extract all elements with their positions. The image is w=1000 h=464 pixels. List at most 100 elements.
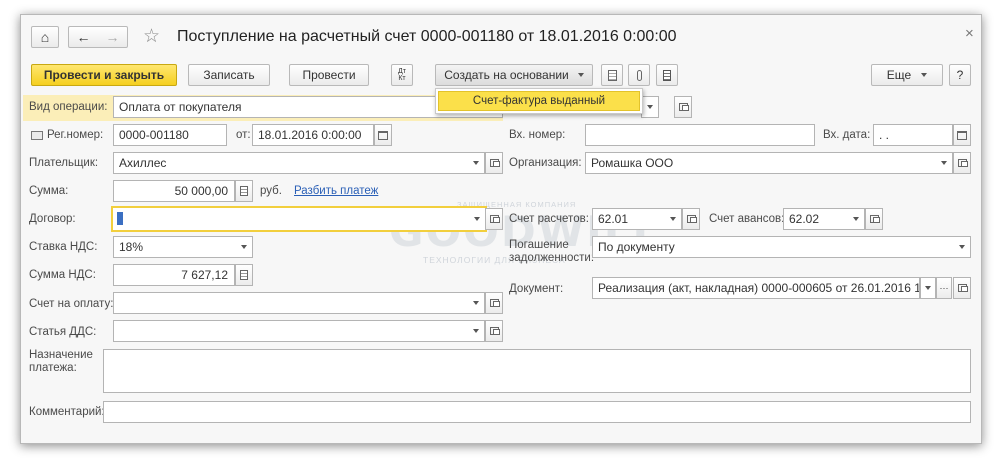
open-icon: [686, 215, 697, 223]
advance-account-open-button[interactable]: [865, 208, 883, 230]
dt-kt-button[interactable]: Дт Кт: [391, 64, 413, 86]
currency-label: руб.: [260, 185, 282, 197]
create-based-on-label: Создать на основании: [444, 68, 569, 82]
in-date-field[interactable]: . .: [873, 124, 953, 146]
post-button[interactable]: Провести: [289, 64, 369, 86]
document-select[interactable]: Реализация (акт, накладная) 0000-000605 …: [592, 277, 920, 299]
vat-rate-value: 18%: [119, 240, 144, 254]
chevron-down-icon: [473, 301, 479, 305]
vat-sum-label: Сумма НДС:: [29, 269, 96, 281]
org-select[interactable]: Ромашка ООО: [585, 152, 953, 174]
comment-field[interactable]: [103, 401, 971, 423]
reg-number-field[interactable]: 0000-001180: [113, 124, 227, 146]
contract-select[interactable]: [111, 206, 487, 232]
in-date-label: Вх. дата:: [823, 129, 871, 141]
document-icon: [607, 69, 617, 81]
chevron-down-icon: [474, 217, 480, 221]
chevron-down-icon: [473, 329, 479, 333]
contract-label: Договор:: [29, 213, 76, 225]
payer-open-button[interactable]: [485, 152, 503, 174]
org-open-button[interactable]: [953, 152, 971, 174]
document-dropdown[interactable]: [920, 277, 936, 299]
dds-select[interactable]: [113, 320, 485, 342]
close-icon[interactable]: ×: [965, 25, 974, 42]
comment-label: Комментарий:: [29, 406, 105, 418]
settle-account-open-button[interactable]: [682, 208, 700, 230]
home-icon: ⌂: [40, 29, 50, 45]
more-button[interactable]: Еще: [871, 64, 943, 86]
purpose-textarea[interactable]: [103, 349, 971, 393]
post-and-close-button[interactable]: Провести и закрыть: [31, 64, 177, 86]
debt-repay-value: По документу: [598, 240, 675, 254]
from-date-calendar-button[interactable]: [374, 124, 392, 146]
chevron-down-icon: [647, 105, 653, 109]
advance-account-select[interactable]: 62.02: [783, 208, 865, 230]
purpose-label: Назначение платежа:: [29, 349, 93, 374]
open-icon: [957, 284, 968, 292]
dds-open-button[interactable]: [485, 320, 503, 342]
create-based-on-button[interactable]: Создать на основании: [435, 64, 593, 86]
document-window: ⌂ ← → ☆ Поступление на расчетный счет 00…: [20, 14, 982, 444]
settle-account-select[interactable]: 62.01: [592, 208, 682, 230]
open-icon: [489, 215, 500, 223]
open-icon: [957, 159, 968, 167]
dots-icon: ···: [939, 282, 949, 293]
settle-account-value: 62.01: [598, 212, 629, 226]
menu-item-invoice-issued[interactable]: Счет-фактура выданный: [438, 91, 640, 111]
from-label: от:: [236, 129, 251, 141]
chevron-down-icon: [959, 245, 965, 249]
settle-account-label: Счет расчетов:: [509, 213, 589, 225]
favorite-star-icon[interactable]: ☆: [143, 25, 160, 48]
sum-field[interactable]: 50 000,00: [113, 180, 235, 202]
register-icon: [31, 131, 43, 140]
help-button[interactable]: ?: [949, 64, 971, 86]
operation-dropdown[interactable]: [641, 96, 659, 118]
vat-rate-label: Ставка НДС:: [29, 241, 98, 253]
calculator-icon: [240, 270, 248, 280]
vat-sum-field[interactable]: 7 627,12: [113, 264, 235, 286]
forward-icon[interactable]: →: [106, 29, 120, 45]
payer-select[interactable]: Ахиллес: [113, 152, 485, 174]
operation-label: Вид операции:: [29, 101, 108, 113]
operation-open-button[interactable]: [674, 96, 692, 118]
sum-calculator-button[interactable]: [235, 180, 253, 202]
create-based-on-menu: Счет-фактура выданный: [435, 88, 643, 114]
invoice-select[interactable]: [113, 292, 485, 314]
vat-rate-select[interactable]: 18%: [113, 236, 253, 258]
open-icon: [489, 327, 500, 335]
open-icon: [678, 103, 689, 111]
vat-sum-calculator-button[interactable]: [235, 264, 253, 286]
invoice-open-button[interactable]: [485, 292, 503, 314]
document-clear-button[interactable]: ···: [936, 277, 952, 299]
from-date-field[interactable]: 18.01.2016 0:00:00: [252, 124, 374, 146]
chevron-down-icon: [941, 161, 947, 165]
chevron-down-icon: [925, 286, 931, 290]
chevron-down-icon: [670, 217, 676, 221]
home-button[interactable]: ⌂: [31, 26, 59, 48]
chevron-down-icon: [241, 245, 247, 249]
document-open-button[interactable]: [953, 277, 971, 299]
save-button[interactable]: Записать: [188, 64, 270, 86]
in-number-field[interactable]: [585, 124, 815, 146]
report-icon: [663, 69, 671, 81]
text-cursor: [117, 212, 123, 225]
calendar-icon: [957, 130, 967, 140]
print-button[interactable]: [601, 64, 623, 86]
contract-open-button[interactable]: [485, 208, 503, 230]
paperclip-icon: [636, 69, 642, 81]
chevron-down-icon: [921, 73, 928, 77]
calendar-icon: [378, 130, 388, 140]
history-nav: ← →: [68, 26, 128, 48]
debt-repay-label: Погашение задолженности:: [509, 239, 595, 264]
split-payment-link[interactable]: Разбить платеж: [294, 185, 378, 197]
dds-label: Статья ДДС:: [29, 326, 97, 338]
report-button[interactable]: [656, 64, 678, 86]
attach-button[interactable]: [628, 64, 650, 86]
advance-account-label: Счет авансов:: [709, 213, 785, 225]
chevron-down-icon: [473, 161, 479, 165]
in-date-calendar-button[interactable]: [953, 124, 971, 146]
back-icon[interactable]: ←: [77, 29, 91, 45]
org-label: Организация:: [509, 157, 582, 169]
reg-number-label: Рег.номер:: [47, 129, 104, 141]
debt-repay-select[interactable]: По документу: [592, 236, 971, 258]
